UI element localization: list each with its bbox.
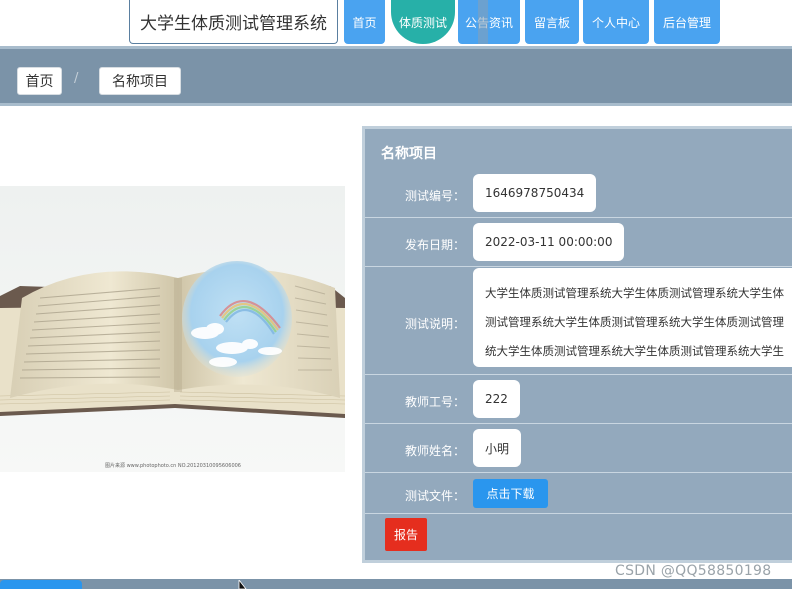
open-book-illustration: [0, 186, 345, 472]
nav-personal-center[interactable]: 个人中心: [583, 0, 649, 44]
image-caption: 图片来源 www.photophoto.cn NO.20120310095606…: [105, 463, 241, 469]
teacher-id-value: 222: [473, 380, 520, 418]
row-divider: [365, 374, 792, 375]
publish-date-value: 2022-03-11 00:00:00: [473, 223, 625, 261]
breadcrumb: 首页 / 名称项目: [0, 46, 792, 106]
nav-message-board[interactable]: 留言板: [525, 0, 579, 44]
download-button[interactable]: 点击下载: [473, 479, 548, 508]
description-line: 测试管理系统大学生体质测试管理系统大学生体质测试管理: [485, 315, 784, 329]
nav-physical-test[interactable]: 体质测试: [391, 0, 455, 44]
footer-bar: [0, 579, 792, 589]
footer-tab[interactable]: [0, 580, 82, 589]
row-divider: [365, 513, 792, 514]
teacher-name-label: 教师姓名：: [404, 444, 465, 458]
watermark: CSDN @QQ58850198: [615, 563, 772, 579]
teacher-id-label: 教师工号：: [404, 395, 465, 409]
detail-panel: 名称项目 测试编号： 1646978750434 发布日期： 2022-03-1…: [362, 126, 792, 563]
breadcrumb-home[interactable]: 首页: [17, 67, 62, 95]
test-file-label: 测试文件：: [404, 489, 465, 503]
description-value: 大学生体质测试管理系统大学生体质测试管理系统大学生体 测试管理系统大学生体质测试…: [473, 268, 792, 367]
nav-divider: [478, 0, 488, 44]
row-divider: [365, 266, 792, 267]
breadcrumb-current: 名称项目: [99, 67, 181, 95]
test-id-value: 1646978750434: [473, 174, 597, 212]
row-divider: [365, 423, 792, 424]
row-divider: [365, 217, 792, 218]
nav-home[interactable]: 首页: [344, 0, 385, 44]
teacher-name-value: 小明: [473, 429, 522, 467]
report-button[interactable]: 报告: [385, 518, 427, 551]
nav-announcements[interactable]: 公告资讯: [458, 0, 520, 44]
panel-title: 名称项目: [381, 146, 437, 162]
test-id-label: 测试编号：: [404, 189, 465, 203]
description-label: 测试说明：: [404, 317, 465, 331]
row-divider: [365, 472, 792, 473]
description-line: 大学生体质测试管理系统大学生体质测试管理系统大学生体: [485, 286, 784, 300]
description-line: 统大学生体质测试管理系统大学生体质测试管理系统大学生: [485, 344, 784, 358]
mouse-cursor-icon: [238, 580, 247, 589]
item-image: [0, 186, 345, 472]
breadcrumb-separator: /: [74, 71, 79, 86]
publish-date-label: 发布日期：: [404, 238, 465, 252]
nav-admin[interactable]: 后台管理: [654, 0, 720, 44]
site-title: 大学生体质测试管理系统: [129, 0, 338, 44]
